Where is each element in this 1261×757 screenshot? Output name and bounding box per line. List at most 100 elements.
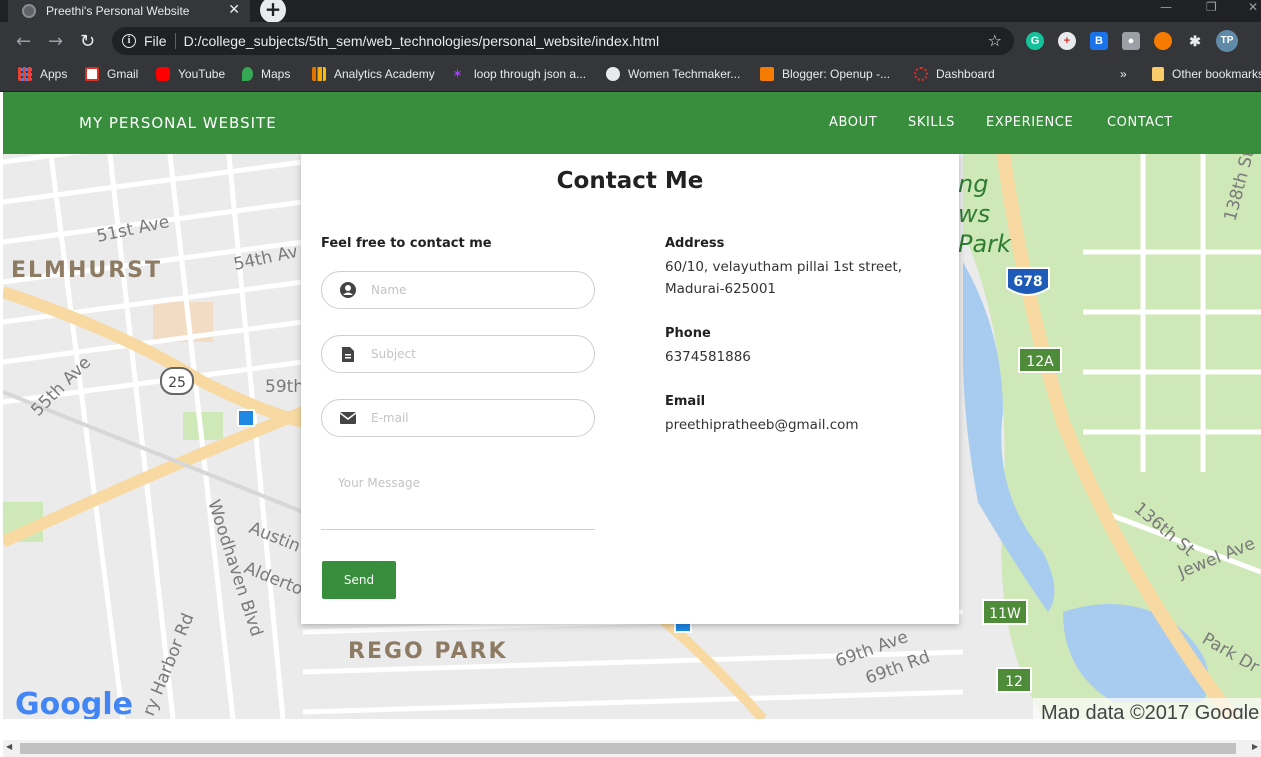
url-text[interactable]: D:/college_subjects/5th_sem/web_technolo… xyxy=(184,33,660,49)
scroll-right-icon[interactable]: ▶ xyxy=(1252,742,1258,751)
browser-toolbar: ← → ↻ i File D:/college_subjects/5th_sem… xyxy=(0,22,1261,60)
bookmark-label: loop through json a... xyxy=(474,67,587,81)
reload-icon[interactable]: ↻ xyxy=(80,31,95,52)
back-icon[interactable]: ← xyxy=(16,31,31,52)
contact-card: Contact Me Feel free to contact me Send … xyxy=(301,154,959,624)
site-brand[interactable]: MY PERSONAL WEBSITE xyxy=(79,114,277,132)
subway-icon xyxy=(237,409,255,427)
blogger-icon xyxy=(760,67,774,81)
contact-title: Contact Me xyxy=(556,168,704,194)
maximize-icon[interactable]: ❐ xyxy=(1206,0,1217,14)
map-label-park-1: ng xyxy=(958,170,988,198)
url-scheme: File xyxy=(144,33,167,49)
browser-tab-bar: Preethi's Personal Website ✕ + — ❐ ✕ xyxy=(0,0,1261,23)
phone-value: 6374581886 xyxy=(665,349,751,365)
scroll-left-icon[interactable]: ◀ xyxy=(6,742,12,751)
bookmark-label: YouTube xyxy=(178,67,226,81)
globe-icon xyxy=(606,67,620,81)
address-line-1: 60/10, velayutham pillai 1st street, xyxy=(665,259,903,275)
map-label-rego-park: REGO PARK xyxy=(348,639,508,664)
email-input[interactable] xyxy=(371,411,571,425)
map-label-elmhurst: ELMHURST xyxy=(11,258,162,283)
forward-icon[interactable]: → xyxy=(48,31,63,52)
analytics-icon xyxy=(312,67,326,81)
nav-link-contact[interactable]: CONTACT xyxy=(1107,115,1173,130)
route-25-shield: 25 xyxy=(168,375,186,391)
omnibox-separator xyxy=(174,33,176,49)
bookmark-women-techmakers[interactable]: Women Techmaker... xyxy=(606,67,740,81)
tab-title: Preethi's Personal Website xyxy=(46,4,190,18)
bookmark-label: Dashboard xyxy=(936,67,995,81)
file-icon xyxy=(340,346,356,362)
info-icon[interactable]: i xyxy=(122,34,136,48)
exit-11w-sign: 11W xyxy=(989,606,1021,622)
map-label-park-2: ws xyxy=(958,200,990,228)
bookmark-gmail[interactable]: Gmail xyxy=(85,67,138,81)
subject-field[interactable] xyxy=(321,335,595,373)
nav-link-skills[interactable]: SKILLS xyxy=(908,115,955,130)
contact-intro: Feel free to contact me xyxy=(321,236,492,251)
apps-grid-icon xyxy=(18,67,32,81)
exit-12-sign: 12 xyxy=(1005,674,1023,690)
envelope-icon xyxy=(340,410,356,426)
map-label-park-3: Park xyxy=(958,230,1012,258)
folder-icon xyxy=(1152,67,1164,81)
horizontal-scrollbar[interactable]: ◀ ▶ xyxy=(3,740,1261,757)
tab-close-icon[interactable]: ✕ xyxy=(228,2,240,18)
nav-link-experience[interactable]: EXPERIENCE xyxy=(986,115,1073,130)
bookmark-youtube[interactable]: YouTube xyxy=(156,67,225,81)
google-logo[interactable]: Google xyxy=(15,687,133,719)
interstate-678-shield: 678 xyxy=(1013,274,1042,290)
chevron-double-right-icon: » xyxy=(1120,67,1127,81)
extension-orange-icon[interactable] xyxy=(1154,32,1172,50)
name-field[interactable] xyxy=(321,271,595,309)
exit-12a-sign: 12A xyxy=(1026,354,1054,370)
bookmark-analytics-academy[interactable]: Analytics Academy xyxy=(312,67,435,81)
other-bookmarks[interactable]: Other bookmarks xyxy=(1152,67,1261,81)
globe-icon xyxy=(22,4,36,18)
address-bar[interactable]: i File D:/college_subjects/5th_sem/web_t… xyxy=(112,27,1014,55)
bookmark-maps[interactable]: Maps xyxy=(242,67,290,81)
email-field[interactable] xyxy=(321,399,595,437)
extension-b-icon[interactable]: B xyxy=(1090,32,1108,50)
subject-input[interactable] xyxy=(371,347,571,361)
sparkle-icon: ✶ xyxy=(452,66,463,81)
name-input[interactable] xyxy=(371,283,571,297)
browser-tab[interactable]: Preethi's Personal Website ✕ xyxy=(8,0,250,22)
map-label-59th: 59th xyxy=(265,377,304,397)
scrollbar-thumb[interactable] xyxy=(20,743,1236,754)
maps-pin-icon xyxy=(242,67,253,81)
new-tab-button[interactable]: + xyxy=(260,0,286,23)
grammarly-icon[interactable]: G xyxy=(1026,32,1044,50)
extension-plus-icon[interactable]: + xyxy=(1058,32,1076,50)
puzzle-icon[interactable]: ✱ xyxy=(1186,32,1204,50)
address-line-2: Madurai-625001 xyxy=(665,281,777,297)
send-button[interactable]: Send xyxy=(322,561,396,599)
bookmark-label: Analytics Academy xyxy=(334,67,435,81)
bookmark-apps[interactable]: Apps xyxy=(18,67,67,81)
map-attribution[interactable]: Map data ©2017 Google xyxy=(1041,702,1259,719)
close-window-icon[interactable]: ✕ xyxy=(1248,0,1258,14)
other-bookmarks-label: Other bookmarks xyxy=(1172,67,1261,81)
bookmarks-overflow-button[interactable]: » xyxy=(1120,67,1127,81)
bookmark-blogger[interactable]: Blogger: Openup -... xyxy=(760,67,890,81)
youtube-icon xyxy=(156,67,170,81)
bookmark-label: Maps xyxy=(261,67,291,81)
bookmark-label: Gmail xyxy=(107,67,139,81)
bookmark-dashboard[interactable]: Dashboard xyxy=(914,67,995,81)
camera-icon[interactable]: ● xyxy=(1122,32,1140,50)
minimize-icon[interactable]: — xyxy=(1160,0,1172,14)
bookmark-star-icon[interactable]: ☆ xyxy=(988,31,1002,50)
bookmark-label: Women Techmaker... xyxy=(628,67,741,81)
bookmark-loop-json[interactable]: ✶ loop through json a... xyxy=(452,66,587,82)
profile-avatar[interactable]: TP xyxy=(1216,30,1238,52)
nav-link-about[interactable]: ABOUT xyxy=(829,115,877,130)
phone-label: Phone xyxy=(665,326,711,341)
gmail-icon xyxy=(85,67,99,81)
bookmark-label: Blogger: Openup -... xyxy=(782,67,891,81)
user-icon xyxy=(340,282,356,298)
bookmark-label: Apps xyxy=(40,67,68,81)
message-textarea[interactable] xyxy=(321,470,595,530)
dashboard-icon xyxy=(914,67,928,81)
site-navbar: MY PERSONAL WEBSITE ABOUT SKILLS EXPERIE… xyxy=(3,92,1261,154)
